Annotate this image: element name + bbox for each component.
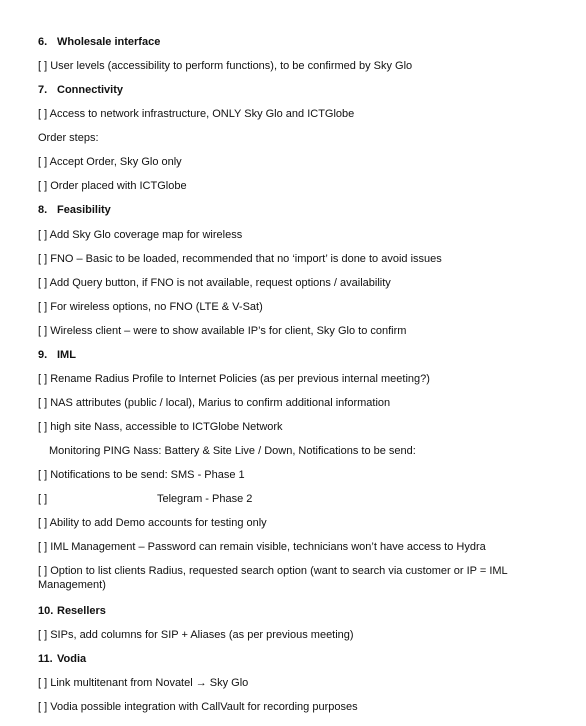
monitoring-text: Monitoring PING Nass: Battery & Site Liv… bbox=[49, 445, 416, 457]
subheading-text: Order steps: bbox=[38, 132, 99, 144]
section-title: Feasibility bbox=[57, 204, 111, 216]
section-number: 10. bbox=[38, 605, 54, 617]
section-number: 8. bbox=[38, 204, 48, 216]
section-title: Vodia bbox=[57, 653, 87, 665]
checklist-item: [ ] NAS attributes (public / local), Mar… bbox=[38, 397, 391, 409]
section-heading: 11. Vodia bbox=[38, 652, 86, 666]
checklist-item: [ ] Order placed with ICTGlobe bbox=[38, 180, 187, 192]
section-heading: 6. Wholesale interface bbox=[38, 35, 160, 49]
checklist-item: [ ] Notifications to be send: SMS - Phas… bbox=[38, 469, 245, 481]
checklist-item: [ ] high site Nass, accessible to ICTGlo… bbox=[38, 421, 283, 433]
section-heading: 9. IML bbox=[38, 348, 76, 362]
checklist-item: [ ] Ability to add Demo accounts for tes… bbox=[38, 517, 267, 529]
section-title: Connectivity bbox=[57, 84, 124, 96]
checklist-item: [ ] FNO – Basic to be loaded, recommende… bbox=[38, 253, 442, 265]
checklist-item: [ ] IML Management – Password can remain… bbox=[38, 541, 486, 553]
checklist-item: [ ] Accept Order, Sky Glo only bbox=[38, 156, 182, 168]
checklist-item: [ ] Telegram - Phase 2 bbox=[38, 493, 253, 505]
section-heading: 8. Feasibility bbox=[38, 203, 111, 217]
document-page: 6. Wholesale interface [ ] User levels (a… bbox=[0, 0, 586, 726]
section-heading: 10. Resellers bbox=[38, 604, 106, 618]
checklist-item: [ ] SIPs, add columns for SIP + Aliases … bbox=[38, 629, 354, 641]
section-title: Wholesale interface bbox=[57, 36, 161, 48]
section-heading: 7. Connectivity bbox=[38, 83, 123, 97]
checklist-item: [ ] For wireless options, no FNO (LTE & … bbox=[38, 301, 263, 313]
checklist-item: [ ] Access to network infrastructure, ON… bbox=[38, 108, 355, 120]
checklist-item: [ ] Add Query button, if FNO is not avai… bbox=[38, 277, 391, 289]
section-number: 11. bbox=[38, 653, 53, 665]
section-number: 6. bbox=[38, 36, 48, 48]
checklist-item: [ ] Add Sky Glo coverage map for wireles… bbox=[38, 229, 243, 241]
checklist-item: [ ] Rename Radius Profile to Internet Po… bbox=[38, 373, 430, 385]
checklist-item: [ ] Vodia possible integration with Call… bbox=[38, 701, 358, 713]
section-title: IML bbox=[57, 349, 76, 361]
section-number: 7. bbox=[38, 84, 48, 96]
section-number: 9. bbox=[38, 349, 48, 361]
checklist-item: [ ] Link multitenant from Novatel → Sky … bbox=[38, 677, 249, 689]
checklist-item: [ ] Option to list clients Radius, reque… bbox=[38, 565, 508, 591]
checklist-item: [ ] User levels (accessibility to perfor… bbox=[38, 60, 413, 72]
checklist-item: [ ] Wireless client – were to show avail… bbox=[38, 325, 407, 337]
section-title: Resellers bbox=[57, 605, 106, 617]
